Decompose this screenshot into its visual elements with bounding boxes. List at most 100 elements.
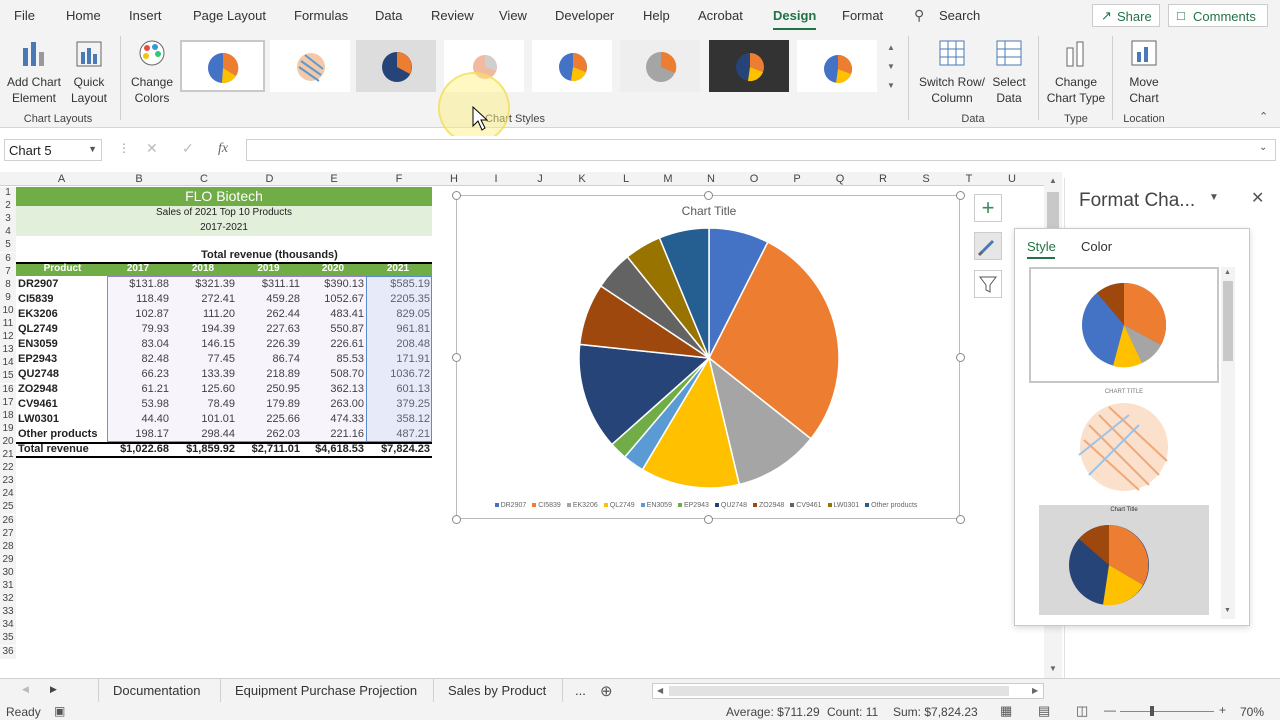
resize-handle[interactable] xyxy=(704,515,713,524)
share-button[interactable]: ↗ Share xyxy=(1092,4,1160,27)
value-cell[interactable]: 133.39 xyxy=(171,367,235,382)
zoom-out-icon[interactable]: — xyxy=(1104,703,1116,717)
column-header[interactable]: J xyxy=(526,173,554,185)
name-box[interactable]: Chart 5 ▼ xyxy=(4,139,102,161)
column-header[interactable]: F xyxy=(366,173,432,185)
column-header[interactable]: U xyxy=(998,173,1026,185)
value-cell[interactable]: 101.01 xyxy=(171,412,235,427)
row-header[interactable]: 27 xyxy=(0,527,16,541)
value-cell[interactable]: 961.81 xyxy=(366,322,430,337)
value-cell[interactable]: 474.33 xyxy=(302,412,364,427)
chart-styles-brush-icon[interactable] xyxy=(974,232,1002,260)
product-name-cell[interactable]: Other products xyxy=(18,427,107,442)
value-cell[interactable]: 79.93 xyxy=(107,322,169,337)
function-icon[interactable]: fx xyxy=(218,141,228,157)
style-option-2[interactable]: CHART TITLE xyxy=(1039,389,1209,499)
pie-chart[interactable]: Chart Title DR2907 CI5839 EK3206 QL2749 EN30… xyxy=(456,195,960,519)
tab-file[interactable]: File xyxy=(14,8,35,23)
row-header[interactable]: 36 xyxy=(0,645,16,659)
value-cell[interactable]: 66.23 xyxy=(107,367,169,382)
value-cell[interactable]: 362.13 xyxy=(302,382,364,397)
row-header[interactable]: 14 xyxy=(0,357,16,371)
product-name-cell[interactable]: EN3059 xyxy=(18,337,107,352)
zoom-slider-thumb[interactable] xyxy=(1150,706,1154,716)
row-header[interactable]: 15 xyxy=(0,370,16,384)
value-cell[interactable]: 208.48 xyxy=(366,337,430,352)
value-cell[interactable]: 298.44 xyxy=(171,427,235,442)
row-header[interactable]: 31 xyxy=(0,580,16,593)
total-revenue-cell[interactable]: $1,022.68 xyxy=(107,442,169,457)
value-cell[interactable]: 86.74 xyxy=(237,352,300,367)
row-header[interactable]: 24 xyxy=(0,488,16,502)
total-revenue-cell[interactable]: $2,711.01 xyxy=(237,442,300,457)
value-cell[interactable]: 550.87 xyxy=(302,322,364,337)
row-header[interactable]: 35 xyxy=(0,632,16,646)
value-cell[interactable]: 171.91 xyxy=(366,352,430,367)
chart-style-1[interactable] xyxy=(180,40,265,92)
value-cell[interactable]: 61.21 xyxy=(107,382,169,397)
tab-data[interactable]: Data xyxy=(375,8,402,23)
change-chart-type-button[interactable]: Change Chart Type xyxy=(1044,38,1108,106)
total-revenue-cell[interactable]: Total revenue xyxy=(18,442,107,457)
value-cell[interactable]: 250.95 xyxy=(237,382,300,397)
value-cell[interactable]: 118.49 xyxy=(107,292,169,307)
total-revenue-cell[interactable]: $1,859.92 xyxy=(171,442,235,457)
formula-input[interactable] xyxy=(246,139,1276,161)
legend-item[interactable]: EN3059 xyxy=(640,502,672,509)
chart-style-2[interactable] xyxy=(270,40,350,92)
row-header[interactable]: 9 xyxy=(0,291,16,305)
style-option-1[interactable] xyxy=(1029,267,1219,383)
change-colors-button[interactable]: Change Colors xyxy=(126,38,178,106)
row-header[interactable]: 11 xyxy=(0,318,16,331)
chart-style-7[interactable] xyxy=(709,40,789,92)
sheet-tab-documentation[interactable]: Documentation xyxy=(113,683,200,698)
product-name-cell[interactable]: DR2907 xyxy=(18,277,107,292)
column-header[interactable]: P xyxy=(783,173,811,185)
row-header[interactable]: 8 xyxy=(0,278,16,292)
row-header[interactable]: 30 xyxy=(0,566,16,580)
more-sheets-button[interactable]: ... xyxy=(575,683,586,698)
sheet-tab-sales-by-product[interactable]: Sales by Product xyxy=(448,683,546,698)
column-header[interactable]: Q xyxy=(826,173,854,185)
table-header-cell[interactable]: 2020 xyxy=(302,262,364,276)
value-cell[interactable]: 483.41 xyxy=(302,307,364,322)
row-header[interactable]: 33 xyxy=(0,606,16,620)
row-header[interactable]: 18 xyxy=(0,409,16,423)
column-header[interactable]: M xyxy=(654,173,682,185)
resize-handle[interactable] xyxy=(956,353,965,362)
value-cell[interactable]: 379.25 xyxy=(366,397,430,412)
row-header[interactable]: 13 xyxy=(0,344,16,358)
value-cell[interactable]: 358.12 xyxy=(366,412,430,427)
table-header-cell[interactable]: 2017 xyxy=(107,262,169,276)
tab-insert[interactable]: Insert xyxy=(129,8,162,23)
value-cell[interactable]: $585.19 xyxy=(366,277,430,292)
value-cell[interactable]: 146.15 xyxy=(171,337,235,352)
page-break-view-icon[interactable]: ◫ xyxy=(1076,703,1088,719)
cancel-icon[interactable]: ✕ xyxy=(146,140,158,157)
value-cell[interactable]: 44.40 xyxy=(107,412,169,427)
zoom-slider[interactable] xyxy=(1120,711,1214,712)
pane-options-chevron-icon[interactable]: ▼ xyxy=(1209,192,1219,203)
add-chart-element-button[interactable]: Add Chart Element xyxy=(4,38,64,106)
row-header[interactable]: 2 xyxy=(0,200,16,214)
resize-handle[interactable] xyxy=(704,191,713,200)
column-header[interactable]: D xyxy=(237,173,302,185)
product-name-cell[interactable]: CI5839 xyxy=(18,292,107,307)
select-data-button[interactable]: Select Data xyxy=(988,38,1030,106)
chart-elements-plus-icon[interactable]: + xyxy=(974,194,1002,222)
tab-help[interactable]: Help xyxy=(643,8,670,23)
row-header[interactable]: 1 xyxy=(0,187,16,200)
close-pane-icon[interactable]: ✕ xyxy=(1251,188,1264,208)
table-header-cell[interactable]: 2019 xyxy=(237,262,300,276)
product-name-cell[interactable]: CV9461 xyxy=(18,397,107,412)
product-name-cell[interactable]: QL2749 xyxy=(18,322,107,337)
value-cell[interactable]: 77.45 xyxy=(171,352,235,367)
product-name-cell[interactable]: EP2943 xyxy=(18,352,107,367)
zoom-in-icon[interactable]: + xyxy=(1219,703,1226,717)
value-cell[interactable]: 601.13 xyxy=(366,382,430,397)
prev-sheet-icon[interactable]: ◀ xyxy=(22,684,29,695)
legend-item[interactable]: QU2748 xyxy=(714,502,747,509)
row-header[interactable]: 34 xyxy=(0,619,16,633)
chart-filter-icon[interactable] xyxy=(974,270,1002,298)
quick-layout-button[interactable]: Quick Layout xyxy=(66,38,112,106)
